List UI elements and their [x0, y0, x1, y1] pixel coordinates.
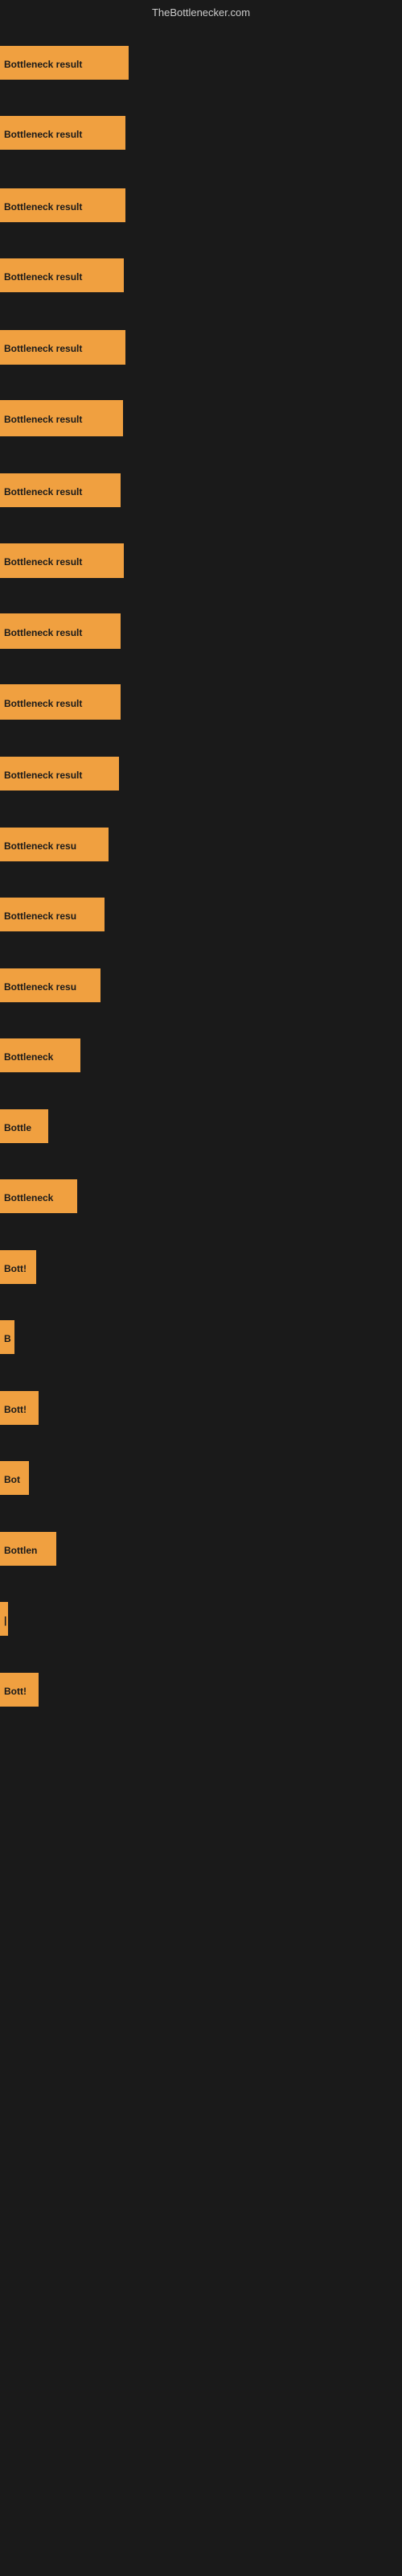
- bottleneck-result-label: Bottleneck result: [0, 258, 124, 292]
- bottleneck-result-label: Bottleneck: [0, 1038, 80, 1072]
- bottleneck-result-label: Bottleneck result: [0, 116, 125, 150]
- bottleneck-result-label: Bottleneck result: [0, 188, 125, 222]
- bottleneck-result-label: Bottleneck result: [0, 543, 124, 578]
- bottleneck-result-label: Bottlen: [0, 1532, 56, 1566]
- bottleneck-result-label: Bottleneck result: [0, 330, 125, 365]
- bottleneck-result-label: Bottle: [0, 1109, 48, 1143]
- bottleneck-result-label: Bottleneck result: [0, 473, 121, 507]
- bottleneck-result-label: Bottleneck result: [0, 613, 121, 649]
- bottleneck-result-label: Bottleneck result: [0, 684, 121, 720]
- bottleneck-result-label: Bot: [0, 1461, 29, 1495]
- bottleneck-result-label: Bottleneck result: [0, 46, 129, 80]
- bottleneck-result-label: Bottleneck result: [0, 400, 123, 436]
- bottleneck-result-label: Bott!: [0, 1250, 36, 1284]
- bottleneck-result-label: Bott!: [0, 1673, 39, 1707]
- bottleneck-result-label: Bottleneck resu: [0, 898, 105, 931]
- bottleneck-result-label: B: [0, 1320, 14, 1354]
- bottleneck-result-label: Bottleneck: [0, 1179, 77, 1213]
- bottleneck-result-label: Bottleneck result: [0, 757, 119, 791]
- bottleneck-result-label: Bott!: [0, 1391, 39, 1425]
- bottleneck-result-label: Bottleneck resu: [0, 968, 100, 1002]
- bottleneck-result-label: |: [0, 1602, 8, 1636]
- bottleneck-result-label: Bottleneck resu: [0, 828, 109, 861]
- site-title: TheBottlenecker.com: [152, 6, 250, 19]
